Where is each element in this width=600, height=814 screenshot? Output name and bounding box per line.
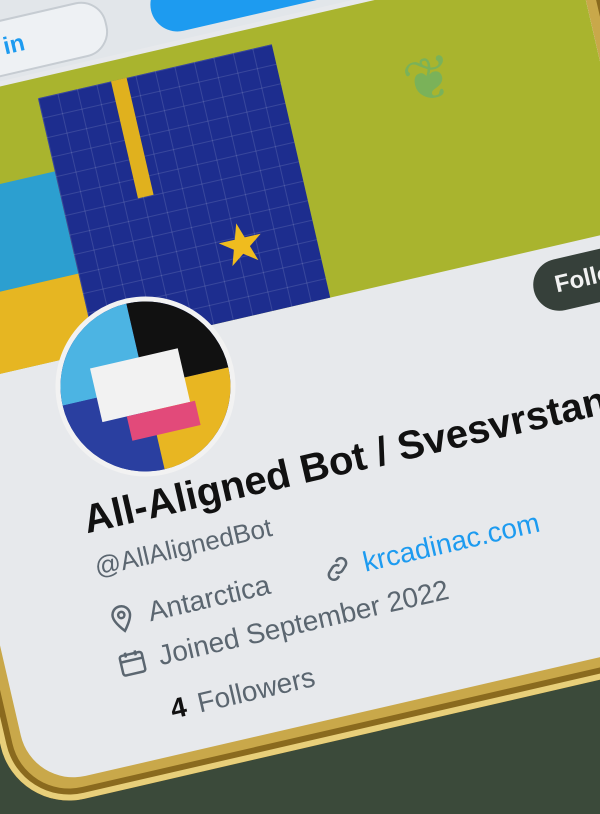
login-label: og in (0, 29, 28, 68)
leaf-icon: ❦ (396, 41, 461, 118)
map-pin-icon (111, 605, 132, 633)
calendar-icon (118, 650, 147, 677)
followers-count[interactable]: 4 (167, 691, 189, 726)
phone-screen: og in ★ ❦ Follow All-Aligned Bot / Svesv… (0, 0, 600, 789)
follow-button[interactable]: Follow (528, 238, 600, 316)
followers-label[interactable]: Followers (194, 661, 318, 719)
phone: og in ★ ❦ Follow All-Aligned Bot / Svesv… (0, 0, 600, 814)
link-icon (327, 557, 347, 582)
website-link[interactable]: krcadinac.com (360, 507, 543, 579)
